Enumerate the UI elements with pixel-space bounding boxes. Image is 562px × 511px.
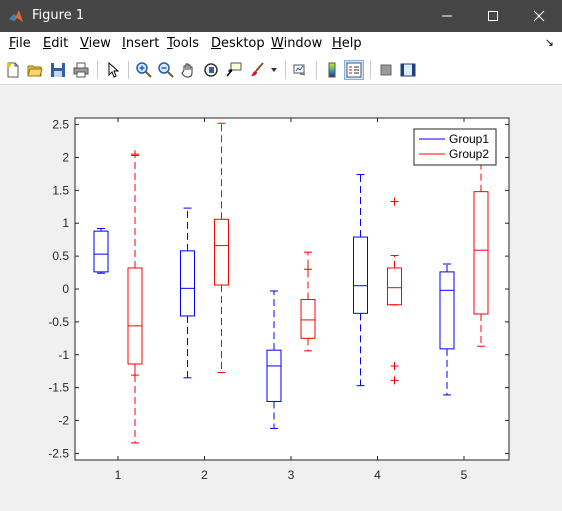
menu-view[interactable]: View (80, 36, 111, 51)
y-tick-label: 1.5 (52, 183, 69, 197)
toolbar-separator (370, 61, 371, 79)
brush-button[interactable] (248, 60, 268, 80)
link-plot-button[interactable] (290, 60, 310, 80)
x-tick-label: 2 (201, 468, 208, 482)
open-file-icon (27, 65, 43, 77)
figure-toolbar (0, 56, 562, 85)
minimize-icon (442, 15, 452, 17)
y-tick-label: -0.5 (48, 315, 69, 329)
y-tick-label: 0 (62, 282, 69, 296)
minimize-button[interactable] (424, 0, 470, 32)
axes-box (74, 117, 510, 461)
toolbar-separator (316, 61, 317, 79)
toolbar-separator (285, 61, 286, 79)
rotate-3d-icon (204, 63, 218, 77)
brush-icon (251, 62, 264, 76)
zoom-out-icon (158, 62, 174, 78)
new-figure-icon (7, 62, 19, 78)
box-plot-chart[interactable]: -2.5 -2 -1.5 -1 -0.5 0 0.5 1 1.5 2 2.5 1 2 3 4 5 Group1G… (0, 85, 562, 506)
brush-dropdown-button[interactable] (268, 60, 280, 80)
menu-insert[interactable]: Insert (122, 36, 159, 51)
brush-dropdown-icon (271, 68, 277, 72)
y-tick-label: 2 (62, 150, 69, 164)
legend-button[interactable] (344, 60, 364, 80)
show-plot-tools-button[interactable] (398, 60, 418, 80)
print-icon (73, 62, 89, 78)
legend-label: Group1 (449, 132, 489, 146)
menu-overflow-arrow-icon[interactable]: ↘ (545, 36, 554, 49)
maximize-icon (488, 11, 498, 21)
rotate-3d-button[interactable] (201, 60, 221, 80)
legend-label: Group2 (449, 147, 489, 161)
x-tick-label: 1 (115, 468, 122, 482)
figure-canvas[interactable]: -2.5 -2 -1.5 -1 -0.5 0 0.5 1 1.5 2 2.5 1 2 3 4 5 Group1 G… (0, 85, 562, 506)
matlab-figure-window: Figure 1 File Edit View Insert Tools Des… (0, 0, 562, 506)
zoom-in-icon (136, 62, 152, 78)
link-plot-icon (293, 64, 306, 75)
menu-edit[interactable]: Edit (43, 36, 68, 51)
x-tick-label: 4 (374, 468, 381, 482)
pointer-button[interactable] (103, 60, 123, 80)
toolbar-separator (128, 61, 129, 79)
toolbar-separator (97, 61, 98, 79)
y-tick-label: 2.5 (52, 118, 69, 132)
menu-tools[interactable]: Tools (167, 36, 199, 51)
hide-plot-tools-icon (380, 64, 392, 76)
new-figure-button[interactable] (3, 60, 23, 80)
zoom-out-button[interactable] (156, 60, 176, 80)
pan-button[interactable] (178, 60, 198, 80)
open-file-button[interactable] (25, 60, 45, 80)
zoom-in-button[interactable] (134, 60, 154, 80)
show-plot-tools-icon (400, 63, 416, 77)
menu-desktop[interactable]: Desktop (211, 36, 265, 51)
x-tick-label: 3 (288, 468, 295, 482)
x-tick-label: 5 (461, 468, 468, 482)
pointer-icon (108, 62, 120, 78)
menu-bar: File Edit View Insert Tools Desktop Wind… (0, 32, 562, 56)
save-button[interactable] (48, 60, 68, 80)
menu-window[interactable]: Window (271, 36, 322, 51)
maximize-button[interactable] (470, 0, 516, 32)
colorbar-button[interactable] (322, 60, 342, 80)
window-title: Figure 1 (32, 8, 85, 23)
title-bar[interactable]: Figure 1 (0, 0, 562, 32)
close-button[interactable] (516, 0, 562, 32)
colorbar-icon (328, 62, 336, 78)
y-tick-label: -2.5 (48, 446, 69, 460)
y-tick-label: -1 (58, 348, 69, 362)
save-icon (51, 63, 65, 77)
y-tick-label: 0.5 (52, 249, 69, 263)
y-tick-label: 1 (62, 216, 69, 230)
matlab-logo-icon (9, 10, 23, 22)
pan-icon (181, 63, 193, 78)
data-cursor-button[interactable] (224, 60, 244, 80)
data-cursor-icon (226, 62, 242, 77)
legend-icon (346, 62, 362, 78)
hide-plot-tools-button[interactable] (376, 60, 396, 80)
y-tick-label: -1.5 (48, 381, 69, 395)
y-tick-label: -2 (58, 414, 69, 428)
menu-file[interactable]: File (9, 36, 31, 51)
print-button[interactable] (71, 60, 91, 80)
menu-help[interactable]: Help (332, 36, 362, 51)
close-icon (533, 10, 545, 22)
